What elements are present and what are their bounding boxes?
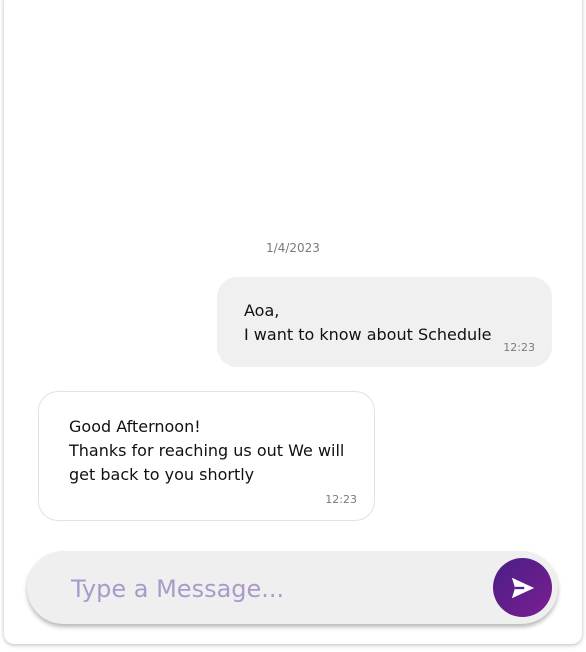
message-timestamp: 12:23: [503, 341, 535, 354]
message-text: Good Afternoon! Thanks for reaching us o…: [69, 417, 345, 484]
send-button[interactable]: [493, 558, 552, 617]
message-incoming: Good Afternoon! Thanks for reaching us o…: [38, 391, 375, 521]
send-icon: [511, 577, 534, 598]
message-composer: [27, 551, 558, 624]
message-timestamp: 12:23: [325, 493, 357, 506]
message-input[interactable]: [69, 569, 473, 609]
message-outgoing: Aoa, I want to know about Schedule 12:23: [217, 277, 552, 367]
message-text: Aoa, I want to know about Schedule: [244, 301, 492, 344]
date-separator: 1/4/2023: [266, 241, 320, 255]
